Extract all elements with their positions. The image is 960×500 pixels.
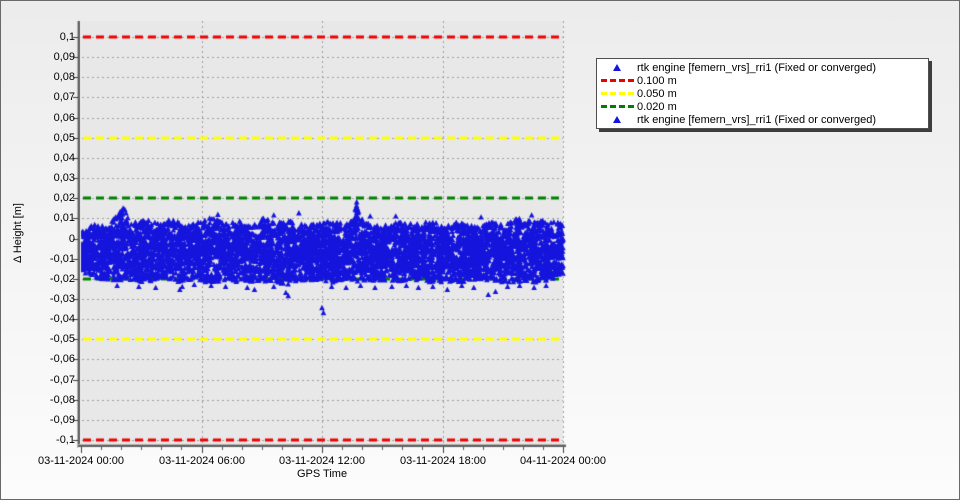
legend-item-label: rtk engine [femern_vrs]_rri1 (Fixed or c…: [637, 113, 877, 126]
dashed-line-icon: [600, 92, 634, 95]
dashed-line-icon: [600, 105, 634, 108]
legend-item-label: 0.020 m: [637, 100, 677, 113]
legend-item: rtk engine [femern_vrs]_rri1 (Fixed or c…: [597, 113, 928, 126]
y-tick-label: 0,06: [53, 112, 75, 124]
y-tick-label: 0,05: [53, 132, 75, 144]
y-tick-label: -0,02: [49, 273, 75, 285]
y-axis-title: Δ Height [m]: [12, 203, 24, 263]
y-tick-label: 0,03: [53, 172, 75, 184]
legend-item-label: rtk engine [femern_vrs]_rri1 (Fixed or c…: [637, 61, 877, 74]
x-tick-label: 03-11-2024 06:00: [158, 455, 246, 467]
y-tick-label: -0,06: [49, 353, 75, 365]
y-tick-label: -0,05: [49, 333, 75, 345]
dashed-line-icon: [600, 79, 634, 82]
y-tick-label: -0,04: [49, 313, 75, 325]
legend-marker: [597, 64, 637, 71]
legend-item: 0.020 m: [597, 100, 928, 113]
y-tick-label: -0,09: [49, 414, 75, 426]
triangle-marker-icon: [613, 64, 621, 71]
legend-item-label: 0.100 m: [637, 74, 677, 87]
y-tick-label: 0,04: [53, 152, 75, 164]
triangle-marker-icon: [613, 116, 621, 123]
y-tick-label: -0,07: [49, 374, 75, 386]
y-tick-label: -0,08: [49, 394, 75, 406]
legend-item-label: 0.050 m: [637, 87, 677, 100]
x-axis-title: GPS Time: [296, 468, 348, 480]
y-tick-label: 0,1: [59, 31, 75, 43]
legend-marker: [597, 79, 637, 82]
y-tick-label: 0,07: [53, 91, 75, 103]
legend-marker: [597, 105, 637, 108]
y-tick-label: 0,08: [53, 71, 75, 83]
legend-marker: [597, 116, 637, 123]
y-tick-label: -0,1: [56, 434, 75, 446]
legend-box: rtk engine [femern_vrs]_rri1 (Fixed or c…: [596, 58, 929, 129]
legend-item: rtk engine [femern_vrs]_rri1 (Fixed or c…: [597, 61, 928, 74]
x-tick-label: 03-11-2024 12:00: [278, 455, 366, 467]
x-tick-label: 03-11-2024 18:00: [399, 455, 487, 467]
y-tick-label: -0,03: [49, 293, 75, 305]
legend-item: 0.100 m: [597, 74, 928, 87]
legend-marker: [597, 92, 637, 95]
y-tick-label: 0,09: [53, 51, 75, 63]
rtk-height-chart-window: 0,1 0,09 0,08 0,07 0,06 0,05 0,04 0,03 0,02 0,01 0…: [0, 0, 960, 500]
legend-item: 0.050 m: [597, 87, 928, 100]
x-tick-label: 03-11-2024 00:00: [37, 455, 125, 467]
x-tick-label: 04-11-2024 00:00: [519, 455, 607, 467]
